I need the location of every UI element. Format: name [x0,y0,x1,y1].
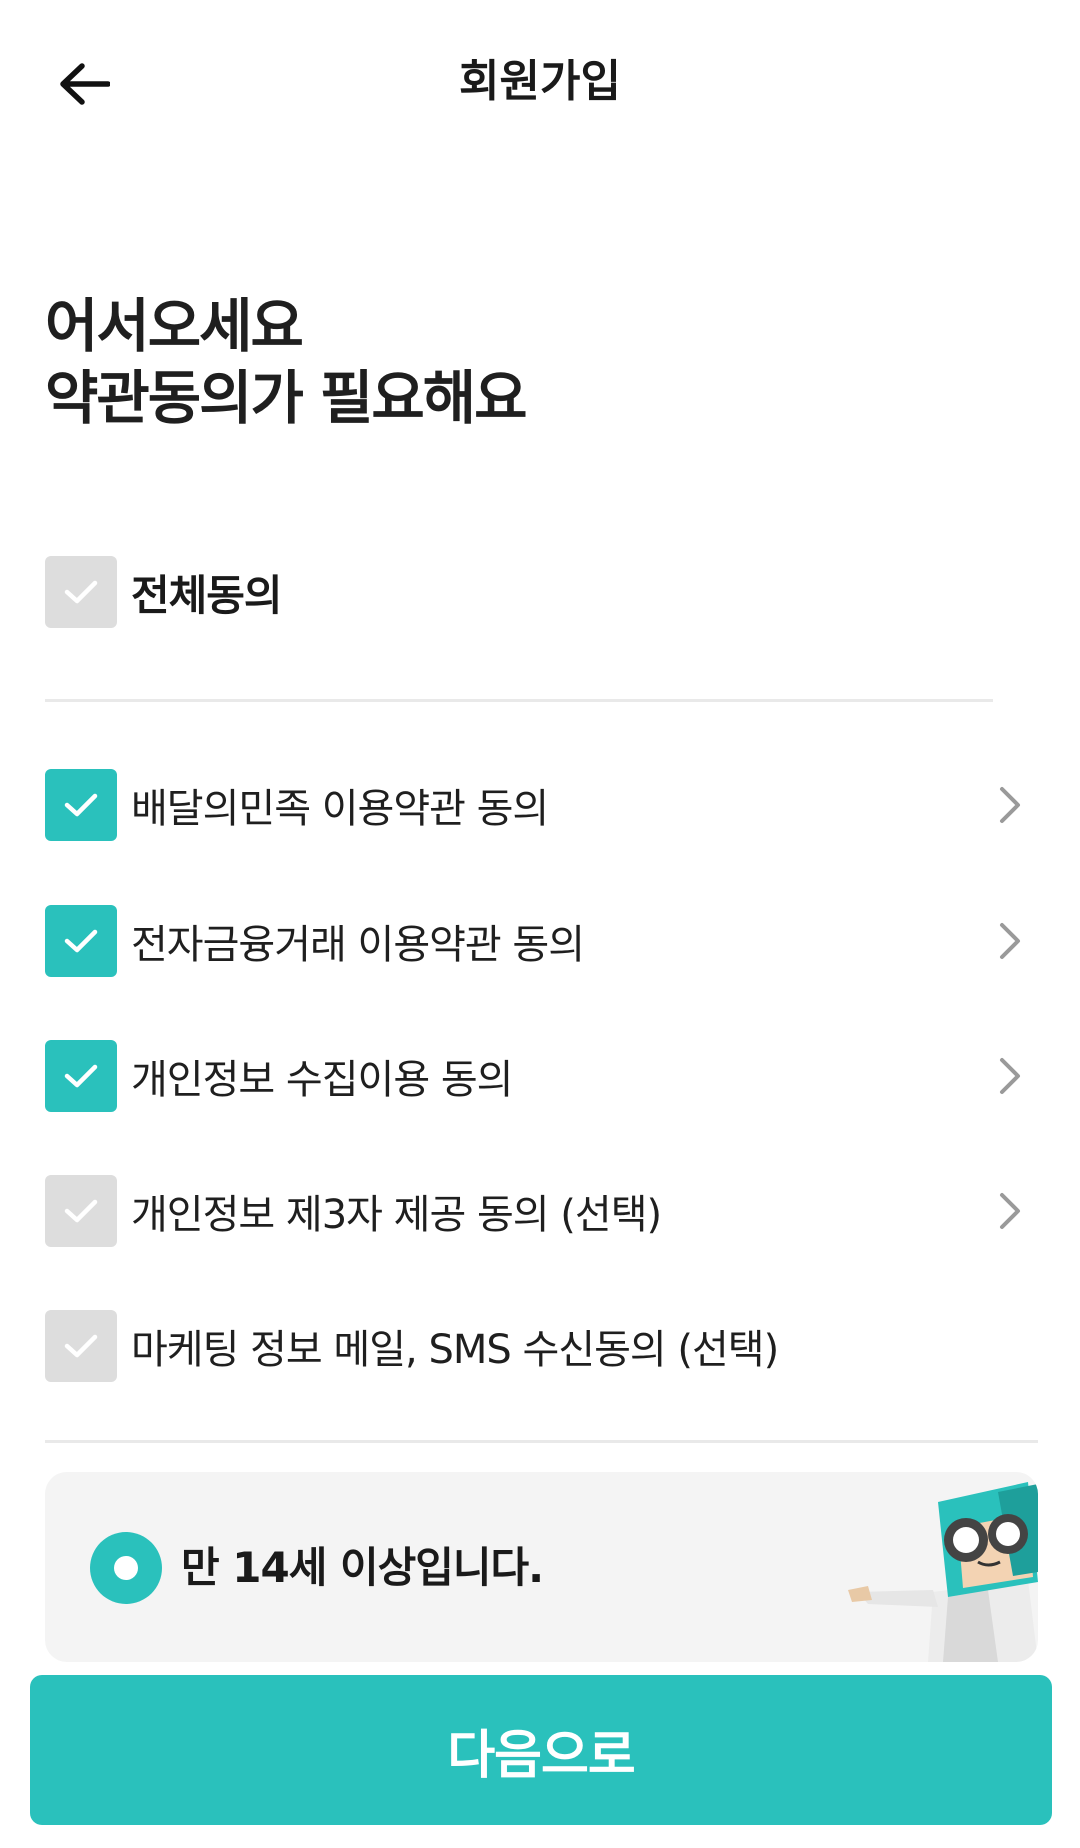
divider [45,699,993,702]
chevron-right-icon[interactable] [990,1046,1030,1106]
check-icon [64,1199,98,1223]
chevron-right-icon[interactable] [990,911,1030,971]
term-label: 개인정보 수집이용 동의 [131,1057,513,1103]
term-label: 전자금융거래 이용약관 동의 [131,922,585,968]
next-button[interactable]: 다음으로 [30,1675,1052,1825]
headline-line-2: 약관동의가 필요해요 [45,364,527,432]
term-checkbox[interactable] [45,1175,117,1247]
age-confirm-label: 만 14세 이상입니다. [181,1543,544,1592]
term-label: 개인정보 제3자 제공 동의 (선택) [131,1192,662,1238]
term-row-marketing[interactable]: 마케팅 정보 메일, SMS 수신동의 (선택) [45,1308,1030,1384]
all-agree-checkbox[interactable]: 전체동의 [45,556,283,628]
check-icon [64,793,98,817]
check-icon [64,580,98,604]
term-checkbox[interactable] [45,1040,117,1112]
divider [45,1440,1038,1443]
term-row-baemin-terms[interactable]: 배달의민족 이용약관 동의 [45,767,1030,843]
chevron-right-icon[interactable] [990,1181,1030,1241]
age-confirm-panel: 만 14세 이상입니다. [45,1472,1038,1662]
term-row-third-party[interactable]: 개인정보 제3자 제공 동의 (선택) [45,1173,1030,1249]
term-label: 마케팅 정보 메일, SMS 수신동의 (선택) [131,1327,779,1373]
term-row-electronic-finance[interactable]: 전자금융거래 이용약관 동의 [45,903,1030,979]
check-icon [64,1334,98,1358]
term-row-privacy-collection[interactable]: 개인정보 수집이용 동의 [45,1038,1030,1114]
next-button-label: 다음으로 [447,1725,635,1786]
check-icon [64,929,98,953]
radio-dot [114,1556,138,1580]
mascot-illustration [848,1482,1038,1662]
headline-line-1: 어서오세요 [45,292,304,360]
term-checkbox[interactable] [45,769,117,841]
all-agree-label: 전체동의 [131,570,283,620]
page-title: 회원가입 [459,56,621,107]
check-icon [64,1064,98,1088]
term-checkbox[interactable] [45,1310,117,1382]
age-confirm-radio[interactable] [90,1532,162,1604]
chevron-right-icon[interactable] [990,775,1030,835]
header: 회원가입 [0,0,1080,165]
term-label: 배달의민족 이용약관 동의 [131,786,549,832]
term-checkbox[interactable] [45,905,117,977]
all-agree-check-box[interactable] [45,556,117,628]
headline: 어서오세요 약관동의가 필요해요 [45,290,527,434]
